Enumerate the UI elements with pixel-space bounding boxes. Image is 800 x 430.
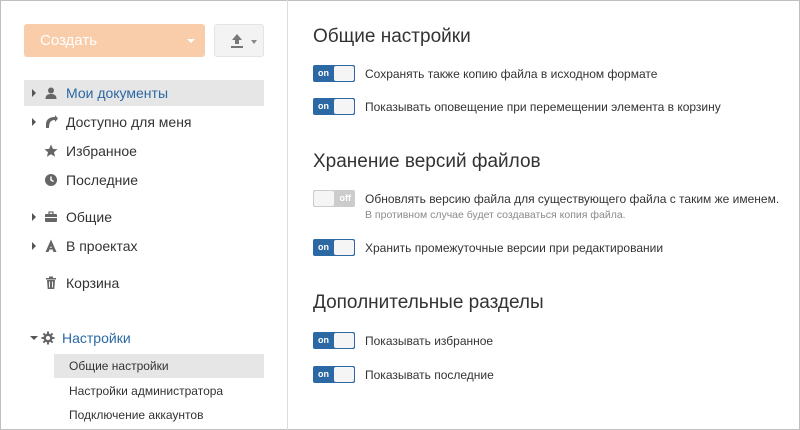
sidebar-item-label: Доступно для меня xyxy=(66,114,192,130)
star-icon xyxy=(44,144,58,157)
trash-icon xyxy=(46,276,56,289)
toggle-knob xyxy=(334,99,354,114)
sidebar-item-settings[interactable]: Настройки xyxy=(24,326,264,350)
section-title-versions: Хранение версий файлов xyxy=(313,151,541,172)
toggle-state-label: on xyxy=(318,68,329,78)
sidebar-item-label: Корзина xyxy=(66,275,120,291)
sidebar-item-shared-with-me[interactable]: Доступно для меня xyxy=(24,109,264,135)
toggle-state-label: on xyxy=(318,369,329,379)
sidebar-item-trash[interactable]: Корзина xyxy=(24,270,264,296)
toggle-trash-notification[interactable]: on xyxy=(313,98,355,115)
sidebar-item-label: Общие xyxy=(66,209,113,225)
gear-icon xyxy=(41,331,55,345)
option-label: Показывать последние xyxy=(365,368,494,382)
toggle-show-favorites[interactable]: on xyxy=(313,332,355,349)
toggle-show-recent[interactable]: on xyxy=(313,366,355,383)
toggle-knob xyxy=(334,333,354,348)
projects-icon xyxy=(45,239,57,252)
user-icon xyxy=(45,87,57,99)
section-title-additional: Дополнительные разделы xyxy=(313,292,544,313)
create-button-label: Создать xyxy=(40,32,98,49)
sidebar-item-label: Избранное xyxy=(66,143,137,159)
expand-arrow-icon[interactable] xyxy=(32,118,36,126)
chevron-down-icon xyxy=(187,39,195,43)
toggle-knob xyxy=(334,367,354,382)
toggle-keep-original-copy[interactable]: on xyxy=(313,65,355,82)
sidebar-subitem-label: Подключение аккаунтов xyxy=(69,408,204,422)
sidebar-item-my-documents[interactable]: Мои документы xyxy=(24,80,264,106)
upload-icon xyxy=(231,34,243,48)
sidebar-subitem-connect-accounts[interactable]: Подключение аккаунтов xyxy=(54,403,264,427)
expand-arrow-icon[interactable] xyxy=(32,242,36,250)
toggle-update-file-version[interactable]: off xyxy=(313,190,355,207)
toggle-knob xyxy=(334,240,354,255)
toggle-state-label: on xyxy=(318,242,329,252)
sidebar: Создать Мои документы Доступно для меня … xyxy=(0,0,288,430)
sidebar-item-projects[interactable]: В проектах xyxy=(24,233,264,259)
section-title-general: Общие настройки xyxy=(313,26,471,47)
sidebar-item-label: Мои документы xyxy=(66,85,169,101)
expand-arrow-icon[interactable] xyxy=(32,213,36,221)
option-label: Хранить промежуточные версии при редакти… xyxy=(365,241,664,255)
sidebar-item-label: В проектах xyxy=(66,238,138,254)
toggle-state-label: on xyxy=(318,335,329,345)
toggle-state-label: on xyxy=(318,101,329,111)
sidebar-item-common[interactable]: Общие xyxy=(24,204,264,230)
toggle-knob xyxy=(314,191,334,206)
toggle-state-label: off xyxy=(339,193,352,203)
sidebar-subitem-label: Общие настройки xyxy=(69,359,169,373)
sidebar-item-label: Настройки xyxy=(62,330,131,346)
clock-icon xyxy=(45,174,57,186)
create-button[interactable]: Создать xyxy=(24,24,205,57)
briefcase-icon xyxy=(45,211,57,222)
sidebar-item-recent[interactable]: Последние xyxy=(24,167,264,193)
sidebar-subitem-label: Настройки администратора xyxy=(69,384,224,398)
sidebar-item-favorites[interactable]: Избранное xyxy=(24,138,264,164)
sidebar-subitem-general-settings[interactable]: Общие настройки xyxy=(54,354,264,378)
chevron-down-icon xyxy=(251,40,257,44)
toggle-knob xyxy=(334,66,354,81)
settings-panel: Общие настройки on Сохранять также копию… xyxy=(289,0,799,430)
option-label: Показывать оповещение при перемещении эл… xyxy=(365,100,721,114)
toggle-keep-intermediate-versions[interactable]: on xyxy=(313,239,355,256)
upload-button[interactable] xyxy=(214,24,264,57)
option-label: Показывать избранное xyxy=(365,334,494,348)
option-label: Обновлять версию файла для существующего… xyxy=(365,192,780,206)
collapse-arrow-icon[interactable] xyxy=(30,336,38,340)
option-label: Сохранять также копию файла в исходном ф… xyxy=(365,67,658,81)
sidebar-item-label: Последние xyxy=(66,172,139,188)
sidebar-subitem-admin-settings[interactable]: Настройки администратора xyxy=(54,379,264,403)
expand-arrow-icon[interactable] xyxy=(32,89,36,97)
option-hint: В противном случае будет создаваться коп… xyxy=(365,209,626,221)
share-icon xyxy=(46,115,58,128)
